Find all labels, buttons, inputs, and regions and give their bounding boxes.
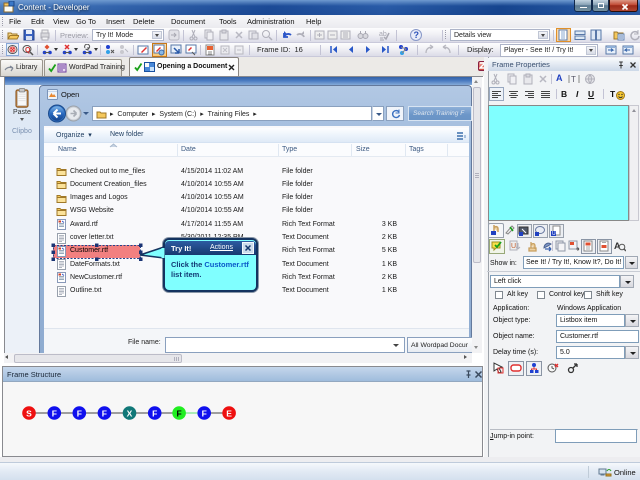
svg-text:?: ?	[414, 30, 420, 40]
svg-text:ab: ab	[379, 31, 387, 38]
svg-text:S: S	[26, 408, 32, 418]
svg-text:F: F	[152, 408, 157, 418]
svg-text:F: F	[102, 408, 107, 418]
svg-text:F: F	[176, 408, 181, 418]
svg-text:U: U	[552, 231, 556, 237]
svg-text:F: F	[52, 408, 57, 418]
svg-text:E: E	[226, 408, 232, 418]
svg-text:T: T	[571, 75, 576, 84]
svg-text:X: X	[127, 408, 133, 418]
svg-text:U: U	[511, 243, 516, 250]
svg-text:F: F	[202, 408, 207, 418]
svg-text:F: F	[77, 408, 82, 418]
